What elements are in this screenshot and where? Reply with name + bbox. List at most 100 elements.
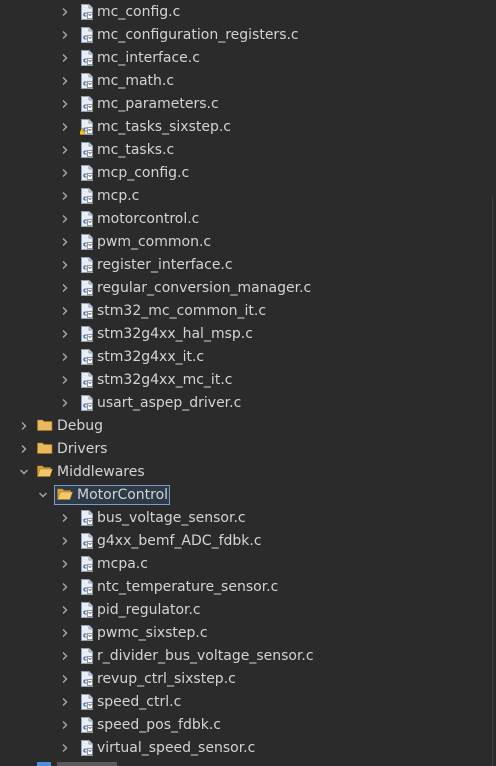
chevron-right-icon[interactable] [59, 719, 71, 731]
vertical-scrollbar[interactable] [492, 0, 496, 766]
file-row[interactable]: c g4xx_bemf_ADC_fdbk.c [0, 530, 490, 553]
file-row[interactable]: c pid_regulator.c [0, 599, 490, 622]
file-name: revup_ctrl_sixstep.c [97, 671, 236, 687]
chevron-right-icon[interactable] [59, 742, 71, 754]
file-name: ntc_temperature_sensor.c [97, 579, 279, 595]
chevron-right-icon[interactable] [59, 98, 71, 110]
folder-row-motorcontrol[interactable]: MotorControl [0, 484, 490, 507]
c-source-file-icon: c [80, 27, 94, 43]
file-name: stm32_mc_common_it.c [97, 303, 267, 319]
file-row[interactable]: c stm32g4xx_hal_msp.c [0, 323, 490, 346]
file-row[interactable]: c regular_conversion_manager.c [0, 277, 490, 300]
chevron-right-icon[interactable] [59, 627, 71, 639]
file-name: bus_voltage_sensor.c [97, 510, 246, 526]
svg-text:c: c [83, 34, 87, 42]
chevron-right-icon[interactable] [18, 420, 30, 432]
chevron-right-icon[interactable] [59, 397, 71, 409]
c-source-file-icon: c [80, 556, 94, 572]
c-source-file-icon: c [80, 648, 94, 664]
file-name: mc_math.c [97, 73, 175, 89]
file-row[interactable]: c bus_voltage_sensor.c [0, 507, 490, 530]
chevron-right-icon[interactable] [59, 604, 71, 616]
chevron-right-icon[interactable] [59, 213, 71, 225]
folder-row-debug[interactable]: Debug [0, 415, 490, 438]
file-row[interactable]: c register_interface.c [0, 254, 490, 277]
file-row[interactable]: c stm32g4xx_it.c [0, 346, 490, 369]
file-row[interactable]: c r_divider_bus_voltage_sensor.c [0, 645, 490, 668]
file-row[interactable]: c mcp_config.c [0, 162, 490, 185]
chevron-right-icon[interactable] [59, 236, 71, 248]
chevron-right-icon[interactable] [18, 443, 30, 455]
c-source-file-warning-icon: c [80, 119, 94, 135]
file-row[interactable]: c mc_tasks.c [0, 139, 490, 162]
chevron-right-icon[interactable] [59, 351, 71, 363]
chevron-right-icon[interactable] [59, 29, 71, 41]
file-row[interactable]: c mc_parameters.c [0, 93, 490, 116]
chevron-right-icon[interactable] [59, 535, 71, 547]
chevron-right-icon[interactable] [59, 121, 71, 133]
folder-row-drivers[interactable]: Drivers [0, 438, 490, 461]
folder-icon [37, 441, 53, 457]
chevron-right-icon[interactable] [59, 374, 71, 386]
file-row[interactable]: c speed_ctrl.c [0, 691, 490, 714]
file-row[interactable]: c mc_config.c [0, 1, 490, 24]
file-name: regular_conversion_manager.c [97, 280, 312, 296]
chevron-right-icon[interactable] [59, 673, 71, 685]
file-row[interactable]: c usart_aspep_driver.c [0, 392, 490, 415]
file-row[interactable]: c pwm_common.c [0, 231, 490, 254]
c-source-file-icon: c [80, 717, 94, 733]
scrollbar-thumb[interactable] [492, 196, 493, 766]
svg-text:c: c [83, 333, 87, 341]
file-row[interactable]: c stm32_mc_common_it.c [0, 300, 490, 323]
c-source-file-icon: c [80, 234, 94, 250]
chevron-right-icon[interactable] [59, 696, 71, 708]
file-row[interactable]: c mc_configuration_registers.c [0, 24, 490, 47]
chevron-right-icon[interactable] [59, 167, 71, 179]
folder-name: Middlewares [57, 464, 145, 480]
chevron-right-icon[interactable] [59, 650, 71, 662]
file-row[interactable]: c revup_ctrl_sixstep.c [0, 668, 490, 691]
chevron-right-icon[interactable] [59, 6, 71, 18]
chevron-right-icon[interactable] [59, 558, 71, 570]
chevron-right-icon[interactable] [59, 305, 71, 317]
chevron-down-icon[interactable] [18, 466, 30, 478]
chevron-right-icon[interactable] [59, 512, 71, 524]
chevron-right-icon[interactable] [59, 282, 71, 294]
chevron-right-icon[interactable] [59, 259, 71, 271]
svg-text:c: c [83, 402, 87, 410]
svg-text:c: c [83, 195, 87, 203]
file-row[interactable]: c stm32g4xx_mc_it.c [0, 369, 490, 392]
file-row[interactable]: c pwmc_sixstep.c [0, 622, 490, 645]
chevron-right-icon[interactable] [59, 75, 71, 87]
c-source-file-icon: c [80, 372, 94, 388]
svg-text:c: c [83, 310, 87, 318]
file-row[interactable]: c virtual_speed_sensor.c [0, 737, 490, 760]
chevron-down-icon[interactable] [37, 489, 49, 501]
c-source-file-icon: c [80, 602, 94, 618]
svg-text:c: c [83, 172, 87, 180]
file-row[interactable]: c ntc_temperature_sensor.c [0, 576, 490, 599]
file-name: mc_configuration_registers.c [97, 27, 299, 43]
file-row[interactable]: c mc_interface.c [0, 47, 490, 70]
c-source-file-icon: c [80, 280, 94, 296]
folder-row-middlewares[interactable]: Middlewares [0, 461, 490, 484]
chevron-right-icon[interactable] [59, 328, 71, 340]
chevron-right-icon[interactable] [59, 190, 71, 202]
file-row[interactable]: c speed_pos_fdbk.c [0, 714, 490, 737]
c-source-file-icon: c [80, 142, 94, 158]
file-row[interactable]: c motorcontrol.c [0, 208, 490, 231]
file-row[interactable]: c mc_tasks_sixstep.c [0, 116, 490, 139]
file-row[interactable]: c mcp.c [0, 185, 490, 208]
svg-text:c: c [83, 747, 87, 755]
file-name: stm32g4xx_mc_it.c [97, 372, 233, 388]
file-name: mc_interface.c [97, 50, 200, 66]
chevron-right-icon[interactable] [59, 581, 71, 593]
c-source-file-icon: c [80, 73, 94, 89]
file-row[interactable]: c mc_math.c [0, 70, 490, 93]
folder-open-icon [57, 487, 73, 503]
file-name: usart_aspep_driver.c [97, 395, 242, 411]
file-row[interactable]: c mcpa.c [0, 553, 490, 576]
chevron-right-icon[interactable] [59, 52, 71, 64]
chevron-right-icon[interactable] [59, 144, 71, 156]
c-source-file-icon: c [80, 326, 94, 342]
